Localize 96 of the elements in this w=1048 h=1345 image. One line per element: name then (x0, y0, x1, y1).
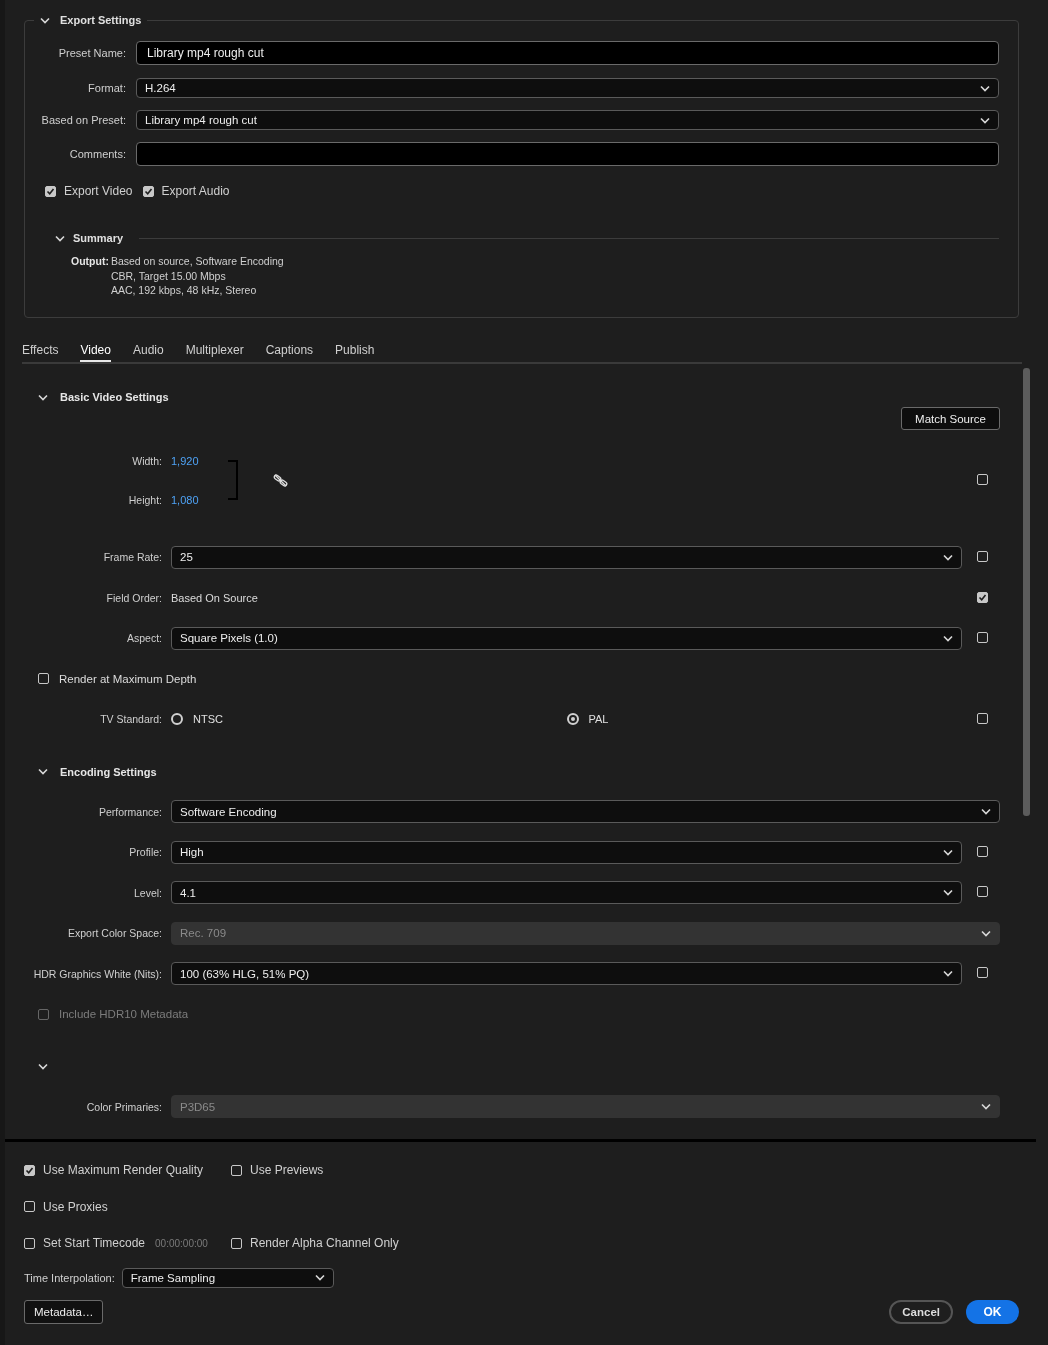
chevron-down-icon[interactable] (314, 1274, 325, 1281)
tab[interactable]: Multiplexer (185, 340, 244, 362)
field-label: Frame Rate: (102, 551, 162, 564)
metadata-button[interactable]: Metadata… (24, 1299, 104, 1324)
field-label: HDR Graphics White (Nits): (32, 967, 162, 980)
summary-line: Based on source, Software Encoding (110, 254, 284, 269)
section-title: Encoding Settings (60, 765, 157, 778)
checkbox[interactable] (45, 185, 56, 197)
output-label: Output: (71, 254, 109, 269)
field-label: Format: (87, 82, 126, 94)
text-field[interactable] (136, 142, 999, 166)
dropdown[interactable]: High (171, 840, 962, 864)
checkbox[interactable] (24, 1237, 35, 1249)
chevron-down-icon[interactable] (943, 634, 953, 642)
radio-button[interactable] (171, 713, 183, 726)
text-field[interactable]: Library mp4 rough cut (136, 41, 999, 65)
field-label: Profile: (128, 846, 162, 859)
radio-button[interactable] (566, 713, 579, 726)
field-label: Width: (131, 454, 162, 467)
field-label: Performance: (97, 805, 162, 818)
checkbox[interactable] (977, 967, 988, 979)
checkbox-label: Render Alpha Channel Only (250, 1236, 399, 1250)
match-source-button[interactable]: Match Source (901, 407, 1000, 430)
link-bracket (228, 460, 238, 500)
timecode: 00:00:00:00 (155, 1237, 208, 1249)
checkbox-label: Include HDR10 Metadata (59, 1008, 189, 1021)
checkbox[interactable] (977, 550, 988, 562)
chevron-down-icon[interactable] (943, 970, 953, 978)
tab[interactable]: Publish (335, 340, 375, 362)
height-value[interactable]: 1,080 (171, 493, 221, 506)
checkbox[interactable] (977, 886, 988, 898)
checkbox[interactable] (231, 1164, 242, 1176)
dropdown[interactable]: Library mp4 rough cut (136, 110, 999, 130)
dropdown[interactable]: Software Encoding (171, 800, 1000, 824)
chevron-down-icon[interactable] (55, 234, 65, 242)
chevron-down-icon[interactable] (38, 393, 48, 401)
field-label: Comments: (68, 148, 126, 160)
checkbox[interactable] (977, 845, 988, 857)
dropdown[interactable]: H.264 (136, 78, 999, 98)
chevron-down-icon[interactable] (38, 1063, 48, 1070)
chevron-down-icon[interactable] (38, 768, 48, 775)
checkbox[interactable] (24, 1201, 35, 1212)
chevron-down-icon[interactable] (981, 808, 991, 816)
tab[interactable]: Effects (22, 340, 59, 362)
chevron-down-icon[interactable] (40, 16, 50, 24)
field-label: Time Interpolation: (24, 1271, 115, 1284)
checkbox[interactable] (977, 631, 988, 643)
field-label: Color Primaries: (85, 1100, 162, 1113)
chevron-down-icon[interactable] (980, 116, 990, 124)
dropdown[interactable]: Frame Sampling (121, 1267, 334, 1288)
section-title: Export Settings (60, 14, 142, 26)
checkbox-label: Render at Maximum Depth (59, 672, 197, 685)
checkbox[interactable] (977, 712, 988, 724)
checkbox[interactable] (977, 591, 988, 603)
checkbox-label: Set Start Timecode (43, 1236, 146, 1250)
tab[interactable]: Captions (265, 340, 314, 362)
checkbox[interactable] (142, 185, 154, 197)
tab[interactable]: Video (80, 340, 111, 362)
chevron-down-icon[interactable] (980, 84, 990, 92)
chevron-down-icon[interactable] (943, 553, 953, 561)
field-label: Export Color Space: (67, 927, 162, 940)
tab[interactable]: Audio (132, 340, 164, 362)
dropdown[interactable]: 100 (63% HLG, 51% PQ) (171, 962, 962, 986)
field-label: TV Standard: (99, 713, 162, 726)
field-label: Level: (132, 886, 162, 899)
ok-button[interactable]: OK (966, 1299, 1019, 1324)
chevron-down-icon[interactable] (943, 848, 953, 856)
field-label: Field Order: (105, 591, 162, 604)
field-label: Aspect: (125, 632, 162, 645)
checkbox[interactable] (24, 1164, 35, 1176)
field-label: Based on Preset: (40, 114, 126, 126)
dropdown[interactable]: Square Pixels (1.0) (171, 626, 962, 650)
summary-line: AAC, 192 kbps, 48 kHz, Stereo (110, 283, 258, 298)
dropdown[interactable]: 4.1 (171, 881, 962, 905)
checkbox-label: Use Proxies (43, 1199, 108, 1214)
checkbox-label: Use Maximum Render Quality (43, 1163, 204, 1177)
checkbox[interactable] (231, 1237, 242, 1249)
checkbox-label: Export Audio (161, 184, 230, 198)
broken-link-icon[interactable] (273, 473, 288, 487)
field-label: Height: (127, 493, 162, 506)
checkbox[interactable] (38, 673, 49, 685)
checkbox-label: Use Previews (250, 1163, 324, 1177)
section-title: Summary (73, 232, 124, 244)
width-value[interactable]: 1,920 (171, 454, 221, 467)
field-value: Based On Source (171, 591, 259, 604)
cancel-button[interactable]: Cancel (889, 1299, 953, 1324)
section-title: Basic Video Settings (60, 391, 169, 403)
scrollbar[interactable] (1023, 368, 1030, 816)
summary-line: CBR, Target 15.00 Mbps (110, 268, 227, 283)
checkbox-label: Export Video (64, 184, 133, 198)
radio-label: PAL (588, 713, 609, 726)
chevron-down-icon[interactable] (943, 889, 953, 897)
checkbox[interactable] (977, 473, 988, 485)
radio-label: NTSC (193, 713, 223, 726)
dropdown[interactable]: 25 (171, 545, 962, 569)
field-label: Preset Name: (57, 47, 126, 59)
